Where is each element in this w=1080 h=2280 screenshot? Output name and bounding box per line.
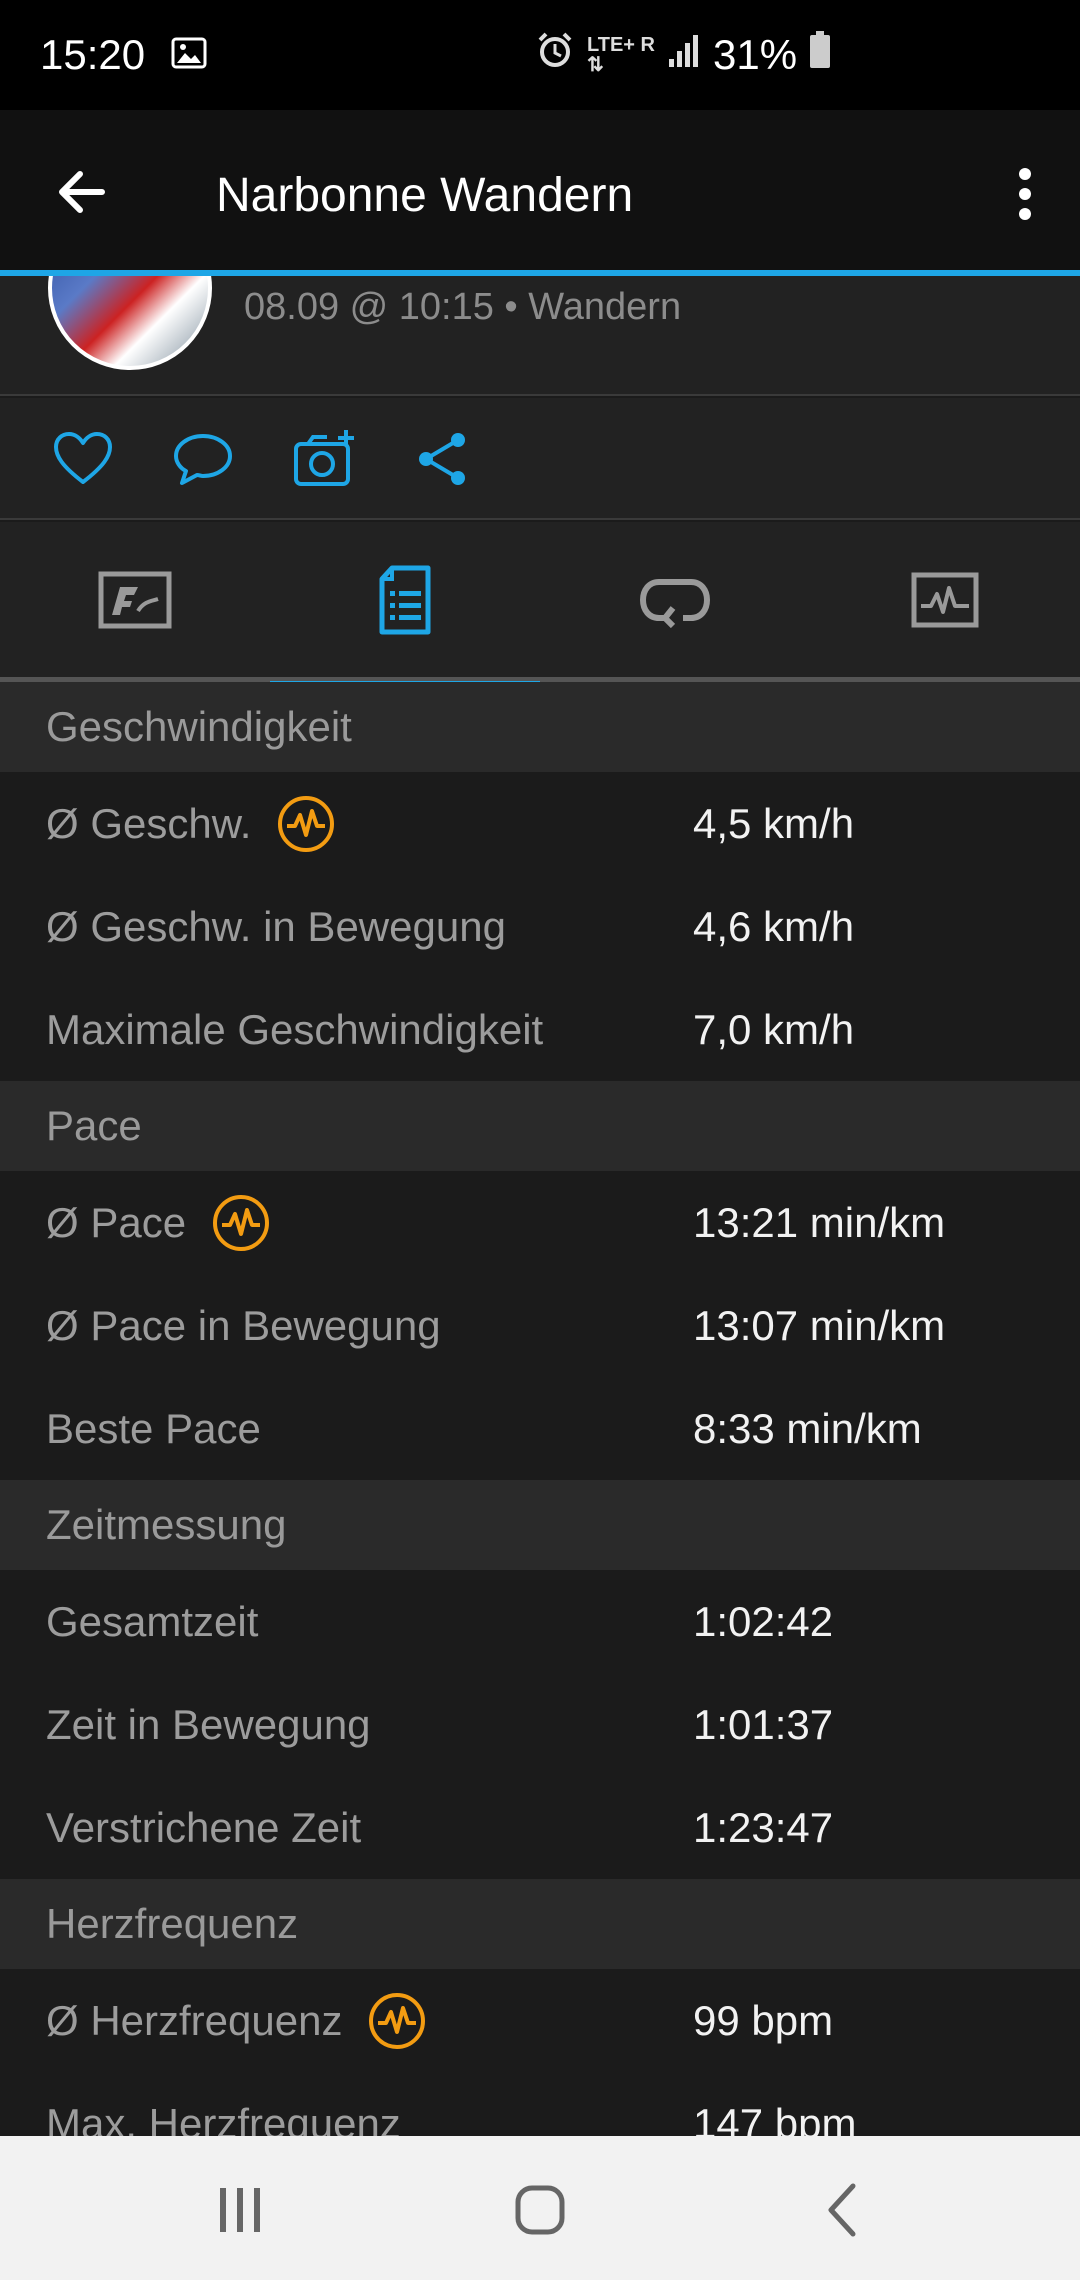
- recent-apps-icon[interactable]: [210, 2180, 270, 2240]
- section-header: Herzfrequenz: [0, 1879, 1080, 1969]
- image-icon: [171, 31, 207, 79]
- tab-laps[interactable]: [540, 522, 810, 682]
- chart-graph-icon: [911, 572, 979, 633]
- activity-summary: 08.09 @ 10:15 • Wandern: [0, 276, 1080, 396]
- network-indicator: LTE+ R ⇅: [587, 34, 655, 76]
- stat-label: Ø Herzfrequenz: [46, 1996, 343, 2044]
- stat-label: Ø Pace: [46, 1198, 187, 1246]
- stat-label: Ø Geschw.: [46, 799, 252, 847]
- back-nav-icon[interactable]: [815, 2180, 875, 2240]
- stat-row: Maximale Geschwindigkeit 7,0 km/h: [0, 978, 1080, 1081]
- heart-rate-badge-icon[interactable]: [277, 795, 335, 853]
- stat-label: Verstrichene Zeit: [46, 1803, 362, 1851]
- action-row: [0, 398, 1080, 520]
- signal-icon: [667, 31, 701, 79]
- battery-icon: [809, 31, 831, 79]
- comment-icon[interactable]: [172, 428, 234, 490]
- stat-row: Ø Geschw. 4,5 km/h: [0, 772, 1080, 875]
- add-photo-camera-icon[interactable]: [292, 428, 354, 490]
- stat-label: Beste Pace: [46, 1404, 261, 1452]
- stat-value: 4,6 km/h: [693, 902, 855, 950]
- heart-rate-badge-icon[interactable]: [368, 1992, 426, 2050]
- stat-value: 7,0 km/h: [693, 1005, 855, 1053]
- app-bar: Narbonne Wandern: [0, 110, 1080, 276]
- heart-rate-badge-icon[interactable]: [212, 1194, 270, 1252]
- laps-loop-icon: [639, 572, 711, 633]
- stat-row: Ø Pace in Bewegung 13:07 min/km: [0, 1274, 1080, 1377]
- map-overview-icon: [98, 571, 172, 634]
- stat-value: 1:23:47: [693, 1803, 834, 1851]
- status-bar: 15:20 LTE+ R ⇅ 31%: [0, 0, 1080, 110]
- stat-label: Ø Pace in Bewegung: [46, 1301, 441, 1349]
- stat-label: Max. Herzfrequenz: [46, 2099, 401, 2137]
- stat-row: Ø Geschw. in Bewegung 4,6 km/h: [0, 875, 1080, 978]
- stat-row: Ø Herzfrequenz 99 bpm: [0, 1969, 1080, 2072]
- page-title: Narbonne Wandern: [216, 169, 634, 222]
- section-header: Pace: [0, 1081, 1080, 1171]
- stat-value: 8:33 min/km: [693, 1404, 922, 1452]
- stat-label: Gesamtzeit: [46, 1597, 259, 1645]
- activity-meta: 08.09 @ 10:15 • Wandern: [244, 286, 682, 328]
- home-icon[interactable]: [510, 2180, 570, 2240]
- stat-label: Ø Geschw. in Bewegung: [46, 902, 506, 950]
- stat-label: Zeit in Bewegung: [46, 1700, 371, 1748]
- stat-value: 4,5 km/h: [693, 799, 855, 847]
- stat-row: Zeit in Bewegung 1:01:37: [0, 1673, 1080, 1776]
- like-heart-icon[interactable]: [52, 428, 114, 490]
- more-options-icon[interactable]: [1010, 164, 1040, 224]
- stat-value: 99 bpm: [693, 1996, 834, 2044]
- status-time: 15:20: [40, 31, 146, 78]
- tab-stats[interactable]: [270, 522, 540, 687]
- battery-text: 31%: [712, 31, 798, 78]
- section-header: Geschwindigkeit: [0, 682, 1080, 772]
- avatar[interactable]: [48, 276, 212, 370]
- stat-value: 1:02:42: [693, 1597, 834, 1645]
- system-nav-bar: [0, 2136, 1080, 2280]
- stats-document-icon: [378, 565, 432, 640]
- stat-value: 147 bpm: [693, 2099, 857, 2137]
- tab-charts[interactable]: [810, 522, 1080, 682]
- back-arrow-icon[interactable]: [52, 162, 112, 222]
- stat-value: 13:07 min/km: [693, 1301, 946, 1349]
- stats-list[interactable]: Geschwindigkeit Ø Geschw. 4,5 km/h Ø Ges…: [0, 682, 1080, 2136]
- section-header: Zeitmessung: [0, 1480, 1080, 1570]
- stat-value: 1:01:37: [693, 1700, 834, 1748]
- stat-row: Ø Pace 13:21 min/km: [0, 1171, 1080, 1274]
- stat-label: Maximale Geschwindigkeit: [46, 1005, 544, 1053]
- tab-bar: [0, 522, 1080, 687]
- stat-row: Beste Pace 8:33 min/km: [0, 1377, 1080, 1480]
- stat-value: 13:21 min/km: [693, 1198, 946, 1246]
- stat-row: Gesamtzeit 1:02:42: [0, 1570, 1080, 1673]
- stat-row: Verstrichene Zeit 1:23:47: [0, 1776, 1080, 1879]
- tab-overview[interactable]: [0, 522, 270, 682]
- stat-row: Max. Herzfrequenz 147 bpm: [0, 2072, 1080, 2136]
- share-icon[interactable]: [412, 428, 474, 490]
- alarm-icon: [535, 30, 575, 80]
